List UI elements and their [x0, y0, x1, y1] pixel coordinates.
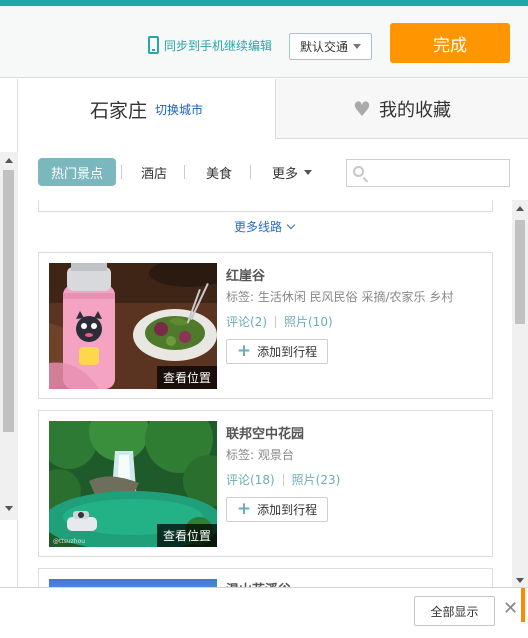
- list-scrollbar-thumb[interactable]: [515, 220, 525, 324]
- tab-city[interactable]: 石家庄 切换城市: [18, 79, 275, 139]
- sight-title[interactable]: 温山花溪谷: [226, 579, 291, 587]
- filter-bar: 热门景点 酒店 美食 更多: [18, 140, 512, 200]
- photos-link[interactable]: 照片(10): [284, 313, 333, 330]
- sync-to-phone-link[interactable]: 同步到手机继续编辑: [148, 36, 272, 54]
- svg-text:@ttsuzhou: @ttsuzhou: [53, 538, 85, 545]
- phone-icon: [148, 36, 159, 54]
- sight-card: 查看位置 红崖谷 标签: 生活休闲 民风民俗 采摘/农家乐 乡村 评论(2) 照…: [38, 252, 493, 399]
- footer-bar: 全部显示 ✕: [0, 587, 528, 638]
- sight-tags: 标签: 观景台: [226, 448, 294, 462]
- orange-edge-marker: [521, 588, 525, 622]
- left-scrollbar[interactable]: [0, 152, 18, 520]
- more-routes-link[interactable]: 更多线路: [0, 218, 528, 235]
- filter-divider: [121, 165, 122, 179]
- search-icon: [353, 166, 364, 177]
- search-input[interactable]: [346, 159, 510, 187]
- add-to-itinerary-label: 添加到行程: [257, 503, 318, 517]
- add-to-itinerary-label: 添加到行程: [257, 345, 318, 359]
- filter-hotels[interactable]: 酒店: [130, 158, 178, 186]
- favorites-label: 我的收藏: [378, 99, 451, 121]
- sync-label: 同步到手机继续编辑: [164, 38, 273, 53]
- caret-down-icon: [353, 44, 361, 49]
- filter-food[interactable]: 美食: [194, 158, 244, 186]
- sight-photo[interactable]: @ttsuzhou 查看位置: [49, 421, 217, 547]
- view-location-button[interactable]: 查看位置: [156, 366, 217, 389]
- link-divider: [275, 315, 276, 328]
- transport-select[interactable]: 默认交通: [289, 33, 372, 60]
- link-divider: [282, 473, 284, 486]
- sight-title[interactable]: 红崖谷: [226, 265, 265, 284]
- sight-card-partial: 温山花溪谷: [38, 568, 493, 587]
- left-scrollbar-thumb[interactable]: [3, 170, 14, 432]
- switch-city-link[interactable]: 切换城市: [155, 101, 203, 118]
- add-to-itinerary-button[interactable]: + 添加到行程: [226, 497, 328, 522]
- main-tabs: 石家庄 切换城市 ♥ 我的收藏: [18, 79, 528, 139]
- photos-link[interactable]: 照片(23): [292, 471, 341, 488]
- scroll-down-arrow-icon[interactable]: [516, 578, 524, 583]
- scroll-up-arrow-icon[interactable]: [5, 158, 13, 163]
- sight-links: 评论(18) 照片(23): [226, 471, 340, 488]
- filter-divider: [250, 165, 251, 179]
- sights-list[interactable]: 查看位置 红崖谷 标签: 生活休闲 民风民俗 采摘/农家乐 乡村 评论(2) 照…: [18, 200, 512, 587]
- route-card-partial: [38, 200, 493, 212]
- done-button[interactable]: 完成: [390, 23, 510, 63]
- scroll-up-arrow-icon[interactable]: [516, 206, 524, 211]
- sight-photo[interactable]: 查看位置: [49, 263, 217, 389]
- sight-tags: 标签: 生活休闲 民风民俗 采摘/农家乐 乡村: [226, 290, 454, 304]
- comments-link[interactable]: 评论(2): [226, 313, 267, 330]
- sight-photo[interactable]: [49, 579, 217, 587]
- chevron-down-icon: [286, 220, 296, 230]
- transport-label: 默认交通: [299, 40, 348, 54]
- heart-icon: ♥: [353, 96, 371, 121]
- comments-link[interactable]: 评论(18): [226, 471, 275, 488]
- add-to-itinerary-button[interactable]: + 添加到行程: [226, 339, 328, 364]
- close-icon[interactable]: ✕: [503, 600, 518, 618]
- show-all-button[interactable]: 全部显示: [414, 596, 495, 626]
- filter-more[interactable]: 更多: [264, 158, 320, 186]
- sight-title[interactable]: 联邦空中花园: [226, 423, 304, 442]
- filter-more-label: 更多: [271, 166, 298, 182]
- plus-icon: +: [236, 499, 252, 519]
- list-scrollbar[interactable]: [512, 200, 528, 587]
- plus-icon: +: [236, 341, 252, 361]
- view-location-button[interactable]: 查看位置: [156, 524, 217, 547]
- more-routes-label: 更多线路: [233, 220, 282, 234]
- city-name: 石家庄: [89, 99, 147, 122]
- filter-hot-sights[interactable]: 热门景点: [38, 158, 116, 186]
- sight-card: @ttsuzhou 查看位置 联邦空中花园 标签: 观景台 评论(18) 照片(…: [38, 410, 493, 557]
- tab-favorites[interactable]: ♥ 我的收藏: [275, 79, 528, 139]
- caret-down-icon: [304, 169, 312, 175]
- sight-links: 评论(2) 照片(10): [226, 313, 333, 330]
- header-bar: 同步到手机继续编辑 默认交通 完成: [0, 6, 528, 78]
- scroll-down-arrow-icon[interactable]: [5, 506, 13, 511]
- filter-divider: [184, 165, 185, 179]
